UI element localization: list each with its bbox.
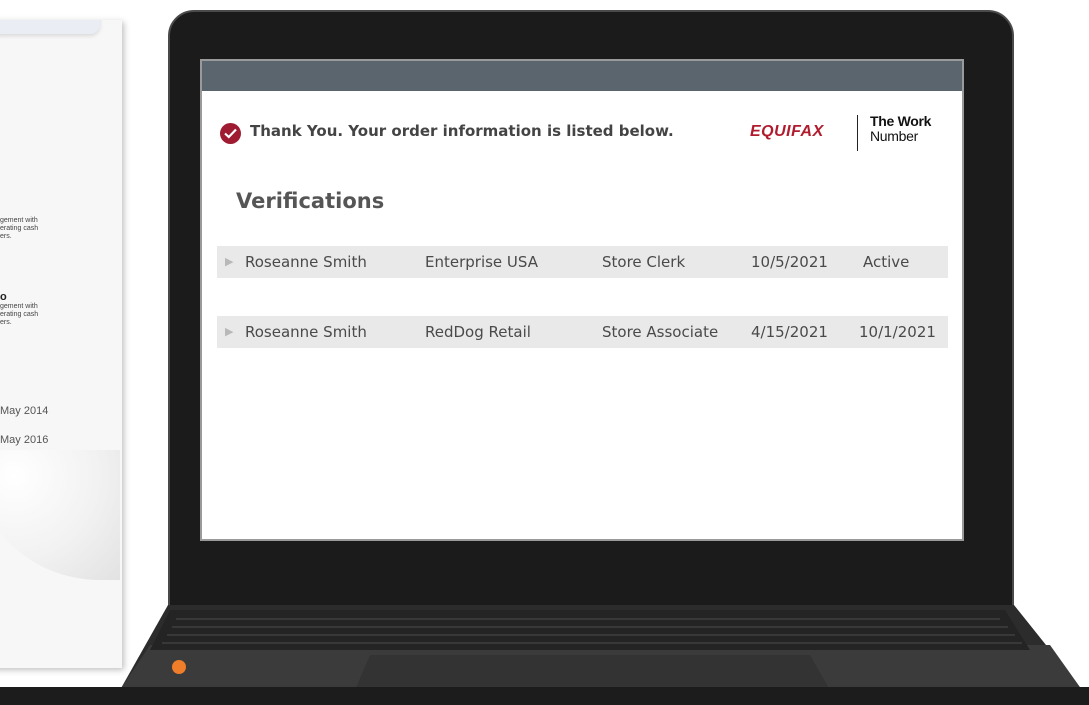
paper-text-line: ers. xyxy=(0,319,12,326)
end-status: Active xyxy=(863,253,910,271)
verification-row[interactable]: ▶ Roseanne Smith Enterprise USA Store Cl… xyxy=(217,246,948,278)
equifax-logo: EQUIFAX xyxy=(750,123,824,140)
employer-name: Enterprise USA xyxy=(425,253,538,271)
paper-text-line: gement with xyxy=(0,303,38,310)
paper-curl xyxy=(0,450,120,580)
employee-name: Roseanne Smith xyxy=(245,253,367,271)
the-work-number-logo: The Work Number xyxy=(870,114,931,144)
laptop-base xyxy=(0,605,1089,705)
job-title: Store Associate xyxy=(602,323,719,341)
paper-heading: o xyxy=(0,291,7,303)
job-title: Store Clerk xyxy=(602,253,686,271)
paper-date: May 2014 xyxy=(0,405,49,417)
employer-name: RedDog Retail xyxy=(425,323,531,341)
header-bar xyxy=(202,61,962,91)
twn-line2: Number xyxy=(870,128,918,144)
verification-row[interactable]: ▶ Roseanne Smith RedDog Retail Store Ass… xyxy=(217,316,948,348)
end-date: 10/1/2021 xyxy=(859,323,936,341)
confirmation-message: Thank You. Your order information is lis… xyxy=(250,122,674,140)
orange-dot-icon xyxy=(172,660,186,674)
start-date: 10/5/2021 xyxy=(751,253,828,271)
paper-date: May 2016 xyxy=(0,434,49,446)
employee-name: Roseanne Smith xyxy=(245,323,367,341)
laptop-screen: Thank You. Your order information is lis… xyxy=(200,59,964,541)
section-title: Verifications xyxy=(236,189,385,213)
triangle-right-icon[interactable]: ▶ xyxy=(225,325,233,338)
paper-text-line: erating cash xyxy=(0,225,39,232)
paper-text-line: gement with xyxy=(0,217,38,224)
paper-text-line: ers. xyxy=(0,233,12,240)
triangle-right-icon[interactable]: ▶ xyxy=(225,255,233,268)
start-date: 4/15/2021 xyxy=(751,323,828,341)
paper-clip-tab xyxy=(0,20,100,34)
resume-paper: gement with erating cash ers. o gement w… xyxy=(0,20,122,668)
logo-divider xyxy=(857,115,858,151)
twn-line1: The Work xyxy=(870,113,932,129)
check-circle-icon xyxy=(220,123,241,144)
paper-text-line: erating cash xyxy=(0,311,39,318)
